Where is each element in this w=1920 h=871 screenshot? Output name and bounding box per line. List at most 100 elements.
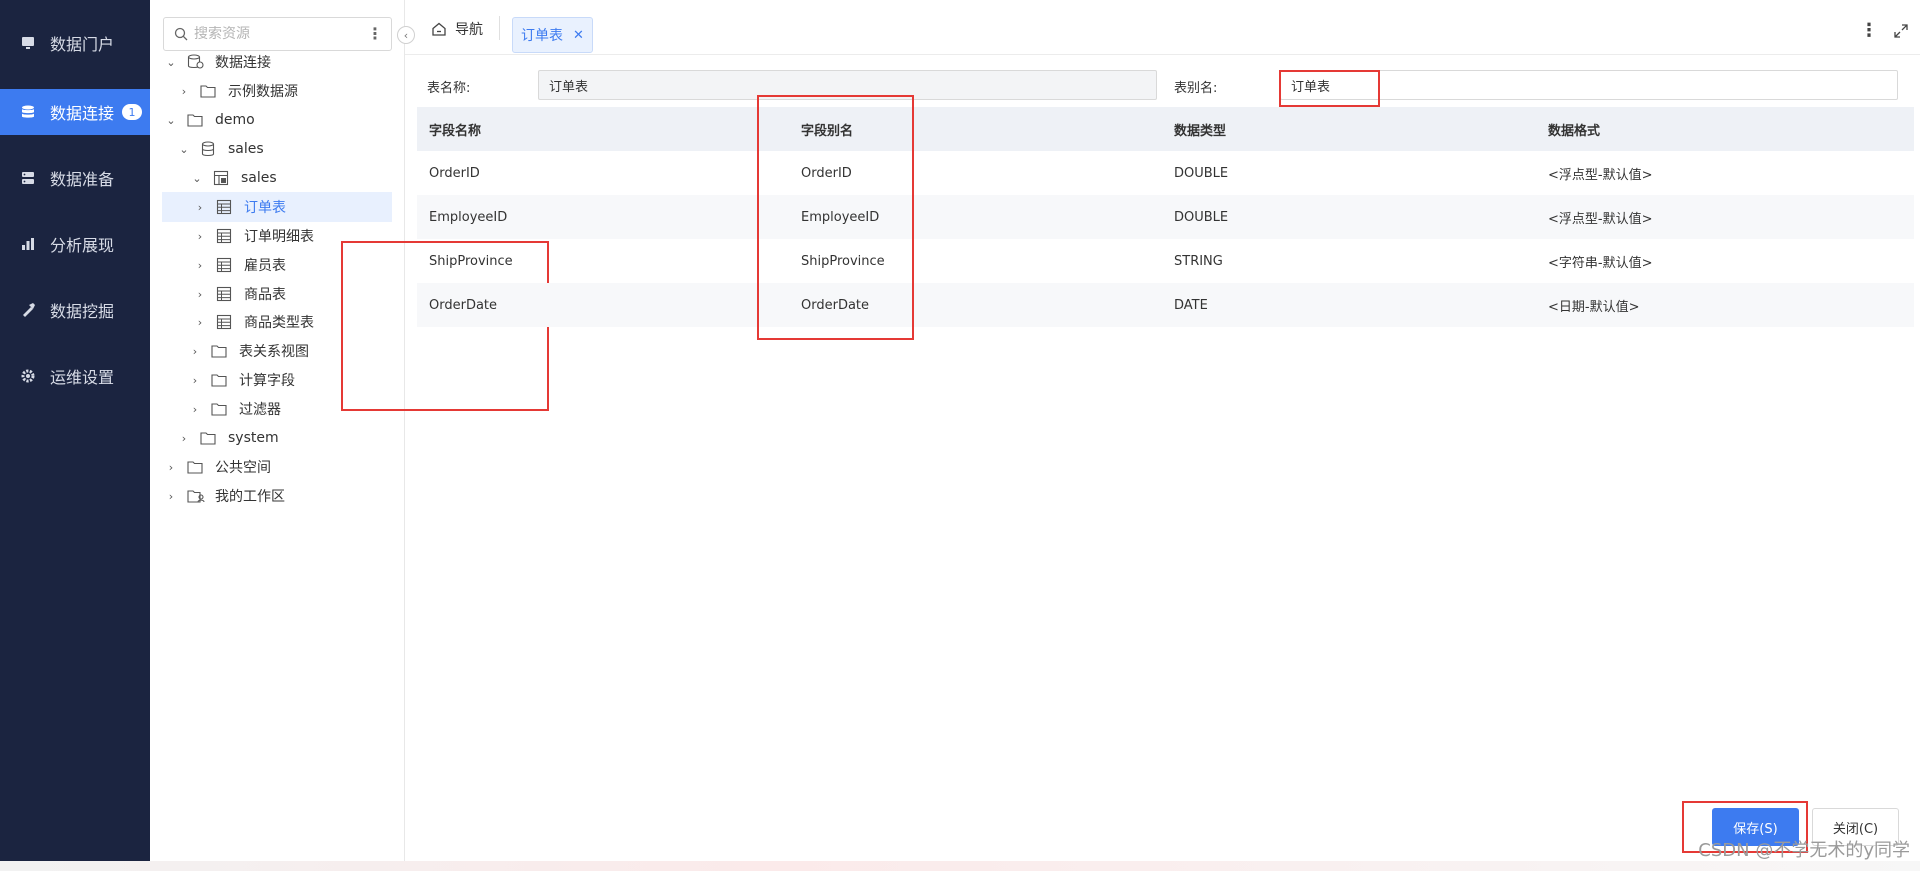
gear-icon (20, 368, 36, 384)
chevron-right-icon[interactable]: › (178, 432, 190, 445)
tab-bar: 导航 订单表 ✕ ⋮ (405, 0, 1920, 55)
chevron-right-icon[interactable]: › (189, 403, 201, 416)
nav-item-label: 数据连接 (50, 104, 115, 123)
tree-node[interactable]: › 我的工作区 (165, 481, 285, 511)
table-row[interactable]: EmployeeID EmployeeID DOUBLE <浮点型-默认值> (417, 195, 1914, 239)
table-row[interactable]: OrderDate OrderDate DATE <日期-默认值> (417, 283, 1914, 327)
grid-body: OrderID OrderID DOUBLE <浮点型-默认值> EmployeeID E… (417, 151, 1914, 327)
table-cell: <浮点型-默认值> (1548, 211, 1653, 227)
table-cell[interactable]: OrderID (789, 166, 1162, 181)
column-header: 数据类型 (1174, 123, 1227, 139)
fullscreen-icon[interactable] (1894, 23, 1908, 38)
tree-node-label: 计算字段 (239, 373, 295, 389)
data-connection-icon (187, 54, 205, 70)
folder-icon (200, 430, 218, 446)
tree-node-label: 过滤器 (239, 402, 281, 418)
tree-node[interactable]: › 表关系视图 (189, 336, 309, 366)
table-cell: EmployeeID (429, 209, 508, 225)
table-cell[interactable]: OrderDate (789, 298, 1162, 313)
column-header: 字段名称 (429, 123, 482, 139)
search-icon (174, 27, 188, 41)
tab-order-table[interactable]: 订单表 ✕ (512, 17, 593, 53)
tree-node[interactable]: › 雇员表 (194, 250, 286, 280)
table-row[interactable]: OrderID OrderID DOUBLE <浮点型-默认值> (417, 151, 1914, 195)
tree-node-label: 商品类型表 (244, 315, 314, 331)
nav-item-label: 运维设置 (50, 368, 115, 387)
chevron-right-icon[interactable]: › (189, 345, 201, 358)
close-tab-icon[interactable]: ✕ (573, 28, 584, 43)
tree-node[interactable]: › 计算字段 (189, 365, 295, 395)
tree-node-label: 公共空间 (215, 460, 271, 476)
nav-item-5[interactable]: 运维设置 (0, 353, 150, 399)
chevron-right-icon[interactable]: › (165, 461, 177, 474)
bottom-strip (0, 861, 1920, 871)
chevron-right-icon[interactable]: › (194, 230, 206, 243)
table-alias-field[interactable] (1280, 70, 1898, 100)
tree-node[interactable]: › 过滤器 (189, 394, 281, 424)
folder-icon (200, 83, 218, 99)
table-icon (216, 228, 234, 244)
tab-navigation[interactable]: 导航 (431, 19, 483, 39)
table-cell: DATE (1174, 297, 1208, 313)
grid-header-row: 字段名称 字段别名 数据类型 数据格式 (417, 107, 1914, 151)
chevron-down-icon[interactable]: ⌄ (165, 114, 177, 127)
main-content: 导航 订单表 ✕ ⋮ 表名称: 表别名: 字段名称 字段别名 数据类型 数据格式 Or… (405, 0, 1920, 861)
tree-node[interactable]: › 订单表 (162, 192, 392, 222)
table-row[interactable]: ShipProvince ShipProvince STRING <字符串-默认值> (417, 239, 1914, 283)
nav-item-2[interactable]: 数据准备 (0, 155, 150, 201)
collapse-panel-button[interactable]: ‹ (397, 26, 415, 44)
table-icon (216, 257, 234, 273)
chevron-right-icon[interactable]: › (178, 85, 190, 98)
table-cell: OrderID (429, 165, 480, 181)
tree-node-label: 雇员表 (244, 258, 286, 274)
tree-node-label: sales (228, 141, 264, 157)
tree-node-label: 示例数据源 (228, 84, 298, 100)
chevron-right-icon[interactable]: › (194, 259, 206, 272)
chevron-down-icon[interactable]: ⌄ (191, 172, 203, 185)
tree-node[interactable]: ⌄ 数据连接 (165, 47, 271, 77)
table-cell: DOUBLE (1174, 165, 1229, 181)
table-name-field[interactable] (538, 70, 1157, 100)
tree-node-label: 订单表 (244, 200, 286, 216)
chevron-right-icon[interactable]: › (194, 316, 206, 329)
chevron-right-icon[interactable]: › (189, 374, 201, 387)
folder-icon (211, 372, 229, 388)
table-cell[interactable]: ShipProvince (789, 254, 1162, 269)
tree-node[interactable]: › 公共空间 (165, 452, 271, 482)
folder-icon (187, 459, 205, 475)
resource-tree-panel: ⋮ ⌄ 数据连接 › 示例数据源 ⌄ demo ⌄ sales ⌄ sales › 订单表 › 订单明细表… (150, 0, 549, 861)
nav-item-0[interactable]: 数据门户 (0, 20, 150, 66)
more-menu-icon[interactable]: ⋮ (1860, 20, 1878, 41)
folder-icon (211, 343, 229, 359)
schema-icon (213, 170, 231, 186)
table-cell[interactable]: EmployeeID (789, 210, 1162, 225)
chevron-right-icon[interactable]: › (194, 288, 206, 301)
table-cell: DOUBLE (1174, 209, 1229, 225)
tree-node[interactable]: ⌄ sales (191, 163, 276, 193)
tree-node-label: 表关系视图 (239, 344, 309, 360)
nav-item-1[interactable]: 数据连接 1 (0, 89, 150, 135)
tree-node[interactable]: › 订单明细表 (194, 221, 314, 251)
tree-node[interactable]: › system (178, 423, 279, 453)
chevron-right-icon[interactable]: › (194, 201, 206, 214)
nav-item-label: 数据门户 (50, 35, 115, 54)
tree-node[interactable]: › 商品表 (194, 279, 286, 309)
table-cell: <浮点型-默认值> (1548, 167, 1653, 183)
more-options-icon[interactable]: ⋮ (367, 24, 383, 43)
chevron-down-icon[interactable]: ⌄ (165, 56, 177, 69)
tree-node[interactable]: › 示例数据源 (178, 76, 298, 106)
chevron-right-icon[interactable]: › (165, 490, 177, 503)
table-icon (216, 199, 234, 215)
tree-node[interactable]: › 商品类型表 (194, 307, 314, 337)
search-box: ⋮ (163, 17, 392, 51)
nav-item-4[interactable]: 数据挖掘 (0, 287, 150, 333)
chevron-down-icon[interactable]: ⌄ (178, 143, 190, 156)
search-input[interactable] (194, 26, 354, 42)
table-icon (216, 286, 234, 302)
tree-node-label: 我的工作区 (215, 489, 285, 505)
tree-node[interactable]: ⌄ sales (178, 134, 264, 164)
nav-item-3[interactable]: 分析展现 (0, 221, 150, 267)
table-cell: <日期-默认值> (1548, 299, 1640, 315)
column-header: 数据格式 (1548, 123, 1601, 139)
tree-node[interactable]: ⌄ demo (165, 105, 254, 135)
